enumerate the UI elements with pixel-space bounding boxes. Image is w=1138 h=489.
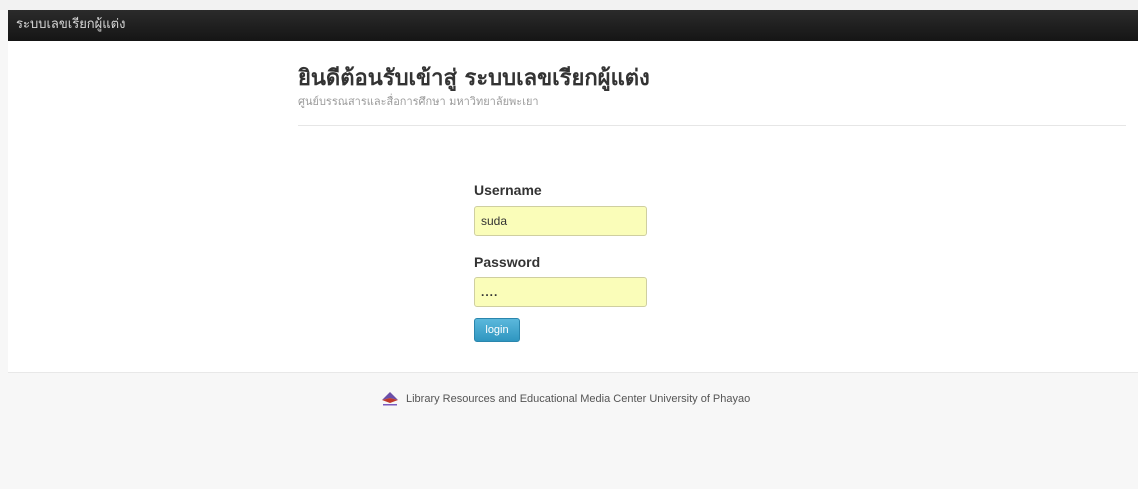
navbar: ระบบเลขเรียกผู้แต่ง — [8, 10, 1138, 41]
page-title: ยินดีต้อนรับเข้าสู่ ระบบเลขเรียกผู้แต่ง — [298, 66, 650, 91]
top-strip — [0, 0, 1138, 10]
login-button[interactable]: login — [474, 318, 520, 342]
footer-text: Library Resources and Educational Media … — [406, 393, 751, 405]
divider — [298, 125, 1126, 126]
username-input[interactable]: suda — [474, 206, 647, 236]
page-subtitle: ศูนย์บรรณสารและสื่อการศึกษา มหาวิทยาลัยพ… — [298, 95, 539, 108]
password-label: Password — [474, 254, 541, 270]
password-input[interactable]: .... — [474, 277, 647, 307]
footer: Library Resources and Educational Media … — [380, 391, 750, 407]
library-logo-icon — [380, 391, 400, 407]
footer-divider — [8, 372, 1138, 373]
username-label: Username — [474, 182, 542, 198]
hero: ยินดีต้อนรับเข้าสู่ ระบบเลขเรียกผู้แต่ง … — [298, 64, 650, 109]
navbar-brand[interactable]: ระบบเลขเรียกผู้แต่ง — [16, 17, 125, 33]
